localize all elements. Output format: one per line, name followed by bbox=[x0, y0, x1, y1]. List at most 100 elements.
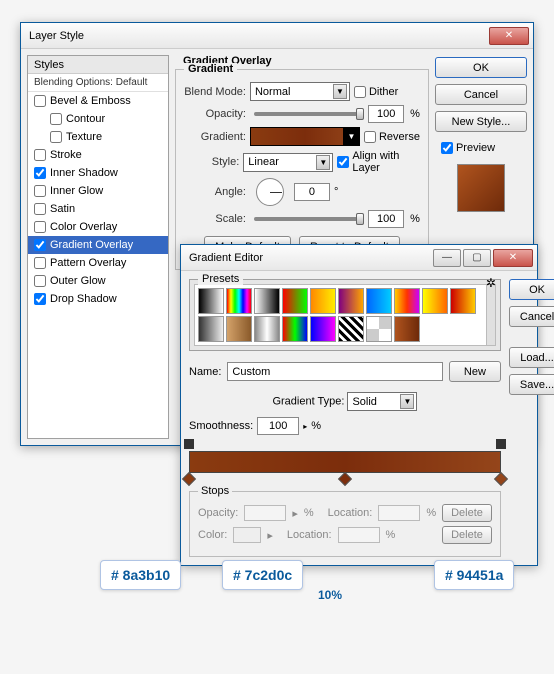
scale-value[interactable]: 100 bbox=[368, 210, 404, 228]
opacity-stop[interactable] bbox=[496, 439, 506, 449]
style-item[interactable]: Gradient Overlay bbox=[28, 236, 168, 254]
blend-mode-combo[interactable]: Normal ▼ bbox=[250, 82, 350, 101]
cancel-button[interactable]: Cancel bbox=[435, 84, 527, 105]
preset-swatch[interactable] bbox=[254, 316, 280, 342]
opacity-stop-label: Opacity: bbox=[198, 507, 238, 519]
location-label: Location: bbox=[328, 507, 373, 519]
new-button[interactable]: New bbox=[449, 361, 501, 382]
preset-swatch[interactable] bbox=[282, 316, 308, 342]
location-field[interactable] bbox=[378, 505, 420, 521]
titlebar[interactable]: Layer Style ✕ bbox=[21, 23, 533, 49]
angle-dial[interactable] bbox=[256, 178, 284, 206]
style-item[interactable]: Color Overlay bbox=[28, 218, 168, 236]
maximize-icon[interactable]: ▢ bbox=[463, 249, 491, 267]
style-checkbox[interactable] bbox=[34, 167, 46, 179]
preset-swatch[interactable] bbox=[450, 288, 476, 314]
preset-swatch[interactable] bbox=[226, 316, 252, 342]
preset-swatch[interactable] bbox=[366, 316, 392, 342]
style-checkbox[interactable] bbox=[34, 239, 46, 251]
preview-checkbox[interactable]: Preview bbox=[441, 142, 527, 154]
delete-button[interactable]: Delete bbox=[442, 526, 492, 544]
location-field[interactable] bbox=[338, 527, 380, 543]
gradient-type-combo[interactable]: Solid ▼ bbox=[347, 392, 417, 411]
styles-header[interactable]: Styles bbox=[28, 56, 168, 74]
preset-swatch[interactable] bbox=[310, 316, 336, 342]
close-icon[interactable]: ✕ bbox=[493, 249, 533, 267]
opacity-value[interactable]: 100 bbox=[368, 105, 404, 123]
style-item[interactable]: Pattern Overlay bbox=[28, 254, 168, 272]
style-checkbox[interactable] bbox=[34, 275, 46, 287]
style-item-label: Inner Glow bbox=[50, 185, 103, 197]
preset-swatch[interactable] bbox=[198, 288, 224, 314]
load-button[interactable]: Load... bbox=[509, 347, 554, 368]
style-checkbox[interactable] bbox=[50, 113, 62, 125]
preset-swatch[interactable] bbox=[310, 288, 336, 314]
titlebar[interactable]: Gradient Editor — ▢ ✕ bbox=[181, 245, 537, 271]
preset-swatch[interactable] bbox=[422, 288, 448, 314]
preset-swatch[interactable] bbox=[394, 288, 420, 314]
blending-options[interactable]: Blending Options: Default bbox=[28, 74, 168, 92]
preset-swatch[interactable] bbox=[198, 316, 224, 342]
gradient-picker[interactable]: ▼ bbox=[250, 127, 360, 146]
name-input[interactable] bbox=[227, 362, 443, 381]
color-stop[interactable] bbox=[340, 474, 350, 486]
annotation-label: 10% bbox=[318, 588, 342, 602]
style-checkbox[interactable] bbox=[34, 293, 46, 305]
chevron-down-icon[interactable]: ▸ bbox=[303, 422, 307, 431]
style-item[interactable]: Satin bbox=[28, 200, 168, 218]
style-checkbox[interactable] bbox=[34, 185, 46, 197]
opacity-stop[interactable] bbox=[184, 439, 194, 449]
preset-swatch[interactable] bbox=[366, 288, 392, 314]
style-item[interactable]: Drop Shadow bbox=[28, 290, 168, 308]
preset-swatch[interactable] bbox=[338, 288, 364, 314]
align-checkbox[interactable]: Align with Layer bbox=[337, 150, 420, 174]
scale-slider[interactable] bbox=[254, 217, 360, 221]
new-style-button[interactable]: New Style... bbox=[435, 111, 527, 132]
style-checkbox[interactable] bbox=[34, 95, 46, 107]
cancel-button[interactable]: Cancel bbox=[509, 306, 554, 327]
style-item[interactable]: Bevel & Emboss bbox=[28, 92, 168, 110]
preset-swatch[interactable] bbox=[394, 316, 420, 342]
close-icon[interactable]: ✕ bbox=[489, 27, 529, 45]
scrollbar[interactable] bbox=[487, 284, 495, 346]
preset-swatch[interactable] bbox=[338, 316, 364, 342]
style-item[interactable]: Stroke bbox=[28, 146, 168, 164]
style-checkbox[interactable] bbox=[34, 149, 46, 161]
opacity-slider[interactable] bbox=[254, 112, 360, 116]
gear-icon[interactable]: ✲ bbox=[486, 276, 496, 290]
style-checkbox[interactable] bbox=[50, 131, 62, 143]
angle-value[interactable]: 0 bbox=[294, 183, 330, 201]
preset-swatch[interactable] bbox=[226, 288, 252, 314]
chevron-down-icon: ▼ bbox=[333, 84, 347, 99]
delete-button[interactable]: Delete bbox=[442, 504, 492, 522]
opacity-field[interactable] bbox=[244, 505, 286, 521]
style-item-label: Color Overlay bbox=[50, 221, 117, 233]
preset-swatch[interactable] bbox=[254, 288, 280, 314]
color-stop[interactable] bbox=[496, 474, 506, 486]
style-item[interactable]: Contour bbox=[28, 110, 168, 128]
style-checkbox[interactable] bbox=[34, 221, 46, 233]
minimize-icon[interactable]: — bbox=[433, 249, 461, 267]
color-swatch[interactable] bbox=[233, 527, 261, 543]
window-title: Layer Style bbox=[29, 30, 487, 42]
style-item[interactable]: Outer Glow bbox=[28, 272, 168, 290]
gradient-bar[interactable] bbox=[189, 451, 501, 473]
reverse-checkbox[interactable]: Reverse bbox=[364, 131, 420, 143]
ok-button[interactable]: OK bbox=[435, 57, 527, 78]
save-button[interactable]: Save... bbox=[509, 374, 554, 395]
style-checkbox[interactable] bbox=[34, 257, 46, 269]
style-item[interactable]: Texture bbox=[28, 128, 168, 146]
smoothness-label: Smoothness: bbox=[189, 420, 253, 432]
style-combo[interactable]: Linear ▼ bbox=[243, 153, 333, 172]
style-item[interactable]: Inner Glow bbox=[28, 182, 168, 200]
preset-swatch[interactable] bbox=[282, 288, 308, 314]
name-label: Name: bbox=[189, 366, 221, 378]
style-checkbox[interactable] bbox=[34, 203, 46, 215]
style-item[interactable]: Inner Shadow bbox=[28, 164, 168, 182]
angle-label: Angle: bbox=[184, 186, 246, 198]
smoothness-value[interactable]: 100 bbox=[257, 417, 299, 435]
gradient-editor-window: Gradient Editor — ▢ ✕ Presets ✲ Name: Ne… bbox=[180, 244, 538, 566]
ok-button[interactable]: OK bbox=[509, 279, 554, 300]
dither-checkbox[interactable]: Dither bbox=[354, 86, 398, 98]
color-stop[interactable] bbox=[184, 474, 194, 486]
